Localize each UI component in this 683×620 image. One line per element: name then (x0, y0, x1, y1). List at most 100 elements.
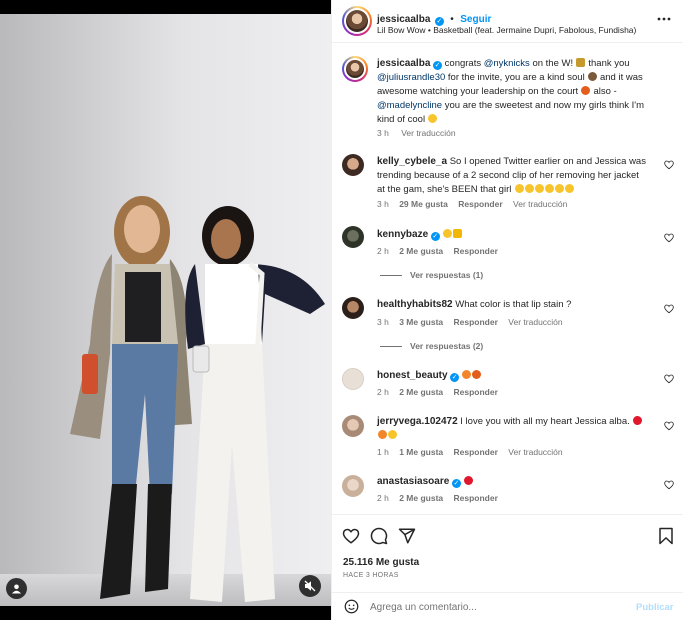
caption-avatar[interactable] (342, 56, 368, 82)
comment-username[interactable]: kennybaze (377, 229, 428, 240)
comment-username[interactable]: kelly_cybele_a (377, 156, 447, 167)
comment-avatar[interactable] (342, 368, 364, 390)
user-tag-icon[interactable] (6, 578, 27, 599)
comment-heart-icon[interactable] (664, 480, 674, 490)
comment-text-line: trending because of a 2 second clip of h… (377, 170, 639, 181)
comment-username[interactable]: jerryvega.102472 (377, 416, 458, 427)
mention-juliusrandle30[interactable]: @juliusrandle30 (377, 72, 445, 83)
post-media[interactable] (0, 0, 331, 620)
comment-avatar[interactable] (342, 154, 364, 176)
verified-badge-icon: ✓ (430, 232, 440, 241)
comment-text-line: honest_beauty ✓ (377, 369, 482, 383)
post-time-ago[interactable]: HACE 3 HORAS (343, 572, 399, 579)
prayer-hands-emoji-icon (587, 72, 597, 81)
translate-link[interactable]: Ver traducción (513, 199, 567, 209)
post-header: jessicaalba ✓ • Seguir Lil Bow Wow • Bas… (332, 0, 683, 43)
comment-username[interactable]: anastasiasoare (377, 476, 449, 487)
comment-likes[interactable]: 1 Me gusta (399, 447, 443, 457)
separator-dot: • (450, 14, 454, 25)
audio-track[interactable]: Lil Bow Wow • Basketball (feat. Jermaine… (377, 25, 636, 35)
view-replies-button[interactable]: Ver respuestas (1) (380, 270, 483, 280)
comment-text-line: at the gam, she's BEEN that girl (377, 183, 574, 197)
muted-audio-icon[interactable] (299, 575, 321, 597)
caption-time[interactable]: 3 h (377, 128, 389, 138)
avatar[interactable] (342, 6, 372, 36)
comment-text-line: jerryvega.102472 I love you with all my … (377, 415, 642, 429)
caption-line-3: awesome watching your leadership on the … (377, 86, 617, 97)
comment-heart-icon[interactable] (664, 160, 674, 170)
caption-meta: 3 h Ver traducción (377, 128, 456, 138)
caption-line-4: @madelyncline you are the sweetest and n… (377, 100, 645, 111)
heart-icon[interactable] (342, 527, 360, 545)
comment-avatar[interactable] (342, 226, 364, 248)
comment-meta: 2 h 2 Me gusta Responder (377, 493, 498, 503)
reply-button[interactable]: Responder (454, 447, 498, 457)
translate-link[interactable]: Ver traducción (508, 317, 562, 327)
comment-heart-icon[interactable] (664, 233, 674, 243)
comment-heart-icon[interactable] (664, 421, 674, 431)
verified-badge-icon: ✓ (451, 479, 461, 488)
comment-text-line (377, 429, 397, 443)
comment-time[interactable]: 3 h (377, 317, 389, 327)
reply-button[interactable]: Responder (454, 387, 498, 397)
comment-text-line: kennybaze ✓ (377, 228, 462, 242)
comment-time[interactable]: 2 h (377, 387, 389, 397)
comment-likes[interactable]: 3 Me gusta (399, 317, 443, 327)
follow-button[interactable]: Seguir (460, 14, 491, 25)
translate-link[interactable]: Ver traducción (508, 447, 562, 457)
comment-likes[interactable]: 2 Me gusta (399, 246, 443, 256)
mention-nyknicks[interactable]: @nyknicks (484, 58, 530, 69)
tongue-face-emoji-icon (428, 114, 438, 123)
comment-username[interactable]: healthyhabits82 (377, 299, 453, 310)
bookmark-icon[interactable] (658, 527, 674, 545)
basketball-emoji-icon (581, 86, 591, 95)
comment-composer: Publicar (332, 592, 683, 620)
caption-translate-link[interactable]: Ver traducción (401, 128, 455, 138)
comment-text-line: anastasiasoare ✓ (377, 475, 474, 489)
view-replies-button[interactable]: Ver respuestas (2) (380, 341, 483, 351)
verified-badge-icon: ✓ (433, 61, 443, 70)
comment-username[interactable]: honest_beauty (377, 370, 448, 381)
post-photo (0, 14, 331, 606)
comment-heart-icon[interactable] (664, 374, 674, 384)
comment-time[interactable]: 3 h (377, 199, 389, 209)
comment-time[interactable]: 2 h (377, 246, 389, 256)
divider (332, 514, 683, 515)
publish-button[interactable]: Publicar (636, 602, 674, 613)
comment-text-line: healthyhabits82 What color is that lip s… (377, 299, 572, 310)
comment-likes[interactable]: 2 Me gusta (399, 493, 443, 503)
comment-icon[interactable] (370, 527, 388, 545)
mention-madelyncline[interactable]: @madelyncline (377, 100, 442, 111)
reply-button[interactable]: Responder (458, 199, 502, 209)
author-username[interactable]: jessicaalba (377, 14, 430, 25)
comment-time[interactable]: 1 h (377, 447, 389, 457)
reply-button[interactable]: Responder (454, 317, 498, 327)
comment-meta: 1 h 1 Me gusta Responder Ver traducción (377, 447, 563, 457)
comment-time[interactable]: 2 h (377, 493, 389, 503)
comment-avatar[interactable] (342, 475, 364, 497)
comment-text-line: kelly_cybele_a So I opened Twitter earli… (377, 156, 646, 167)
party-emoji-icon (576, 58, 586, 67)
reply-button[interactable]: Responder (454, 493, 498, 503)
comment-likes[interactable]: 2 Me gusta (399, 387, 443, 397)
more-options-icon[interactable] (657, 12, 671, 26)
post-details-panel: jessicaalba ✓ • Seguir Lil Bow Wow • Bas… (331, 0, 683, 620)
comment-meta: 3 h 29 Me gusta Responder Ver traducción (377, 199, 567, 209)
caption-username[interactable]: jessicaalba (377, 58, 430, 69)
comment-likes[interactable]: 29 Me gusta (399, 199, 448, 209)
share-icon[interactable] (398, 527, 416, 545)
comment-avatar[interactable] (342, 415, 364, 437)
comment-heart-icon[interactable] (664, 304, 674, 314)
likes-count[interactable]: 25.116 Me gusta (343, 557, 419, 568)
verified-badge-icon: ✓ (450, 373, 460, 382)
caption-line-5: kind of cool (377, 113, 438, 127)
reply-button[interactable]: Responder (454, 246, 498, 256)
comment-meta: 2 h 2 Me gusta Responder (377, 246, 498, 256)
comment-avatar[interactable] (342, 297, 364, 319)
comment-meta: 2 h 2 Me gusta Responder (377, 387, 498, 397)
caption-line-2: @juliusrandle30 for the invite, you are … (377, 72, 643, 83)
comment-meta: 3 h 3 Me gusta Responder Ver traducción (377, 317, 563, 327)
emoji-icon[interactable] (344, 599, 359, 614)
comment-input[interactable] (370, 598, 620, 616)
caption-line-1: jessicaalba ✓ congrats @nyknicks on the … (377, 58, 630, 70)
